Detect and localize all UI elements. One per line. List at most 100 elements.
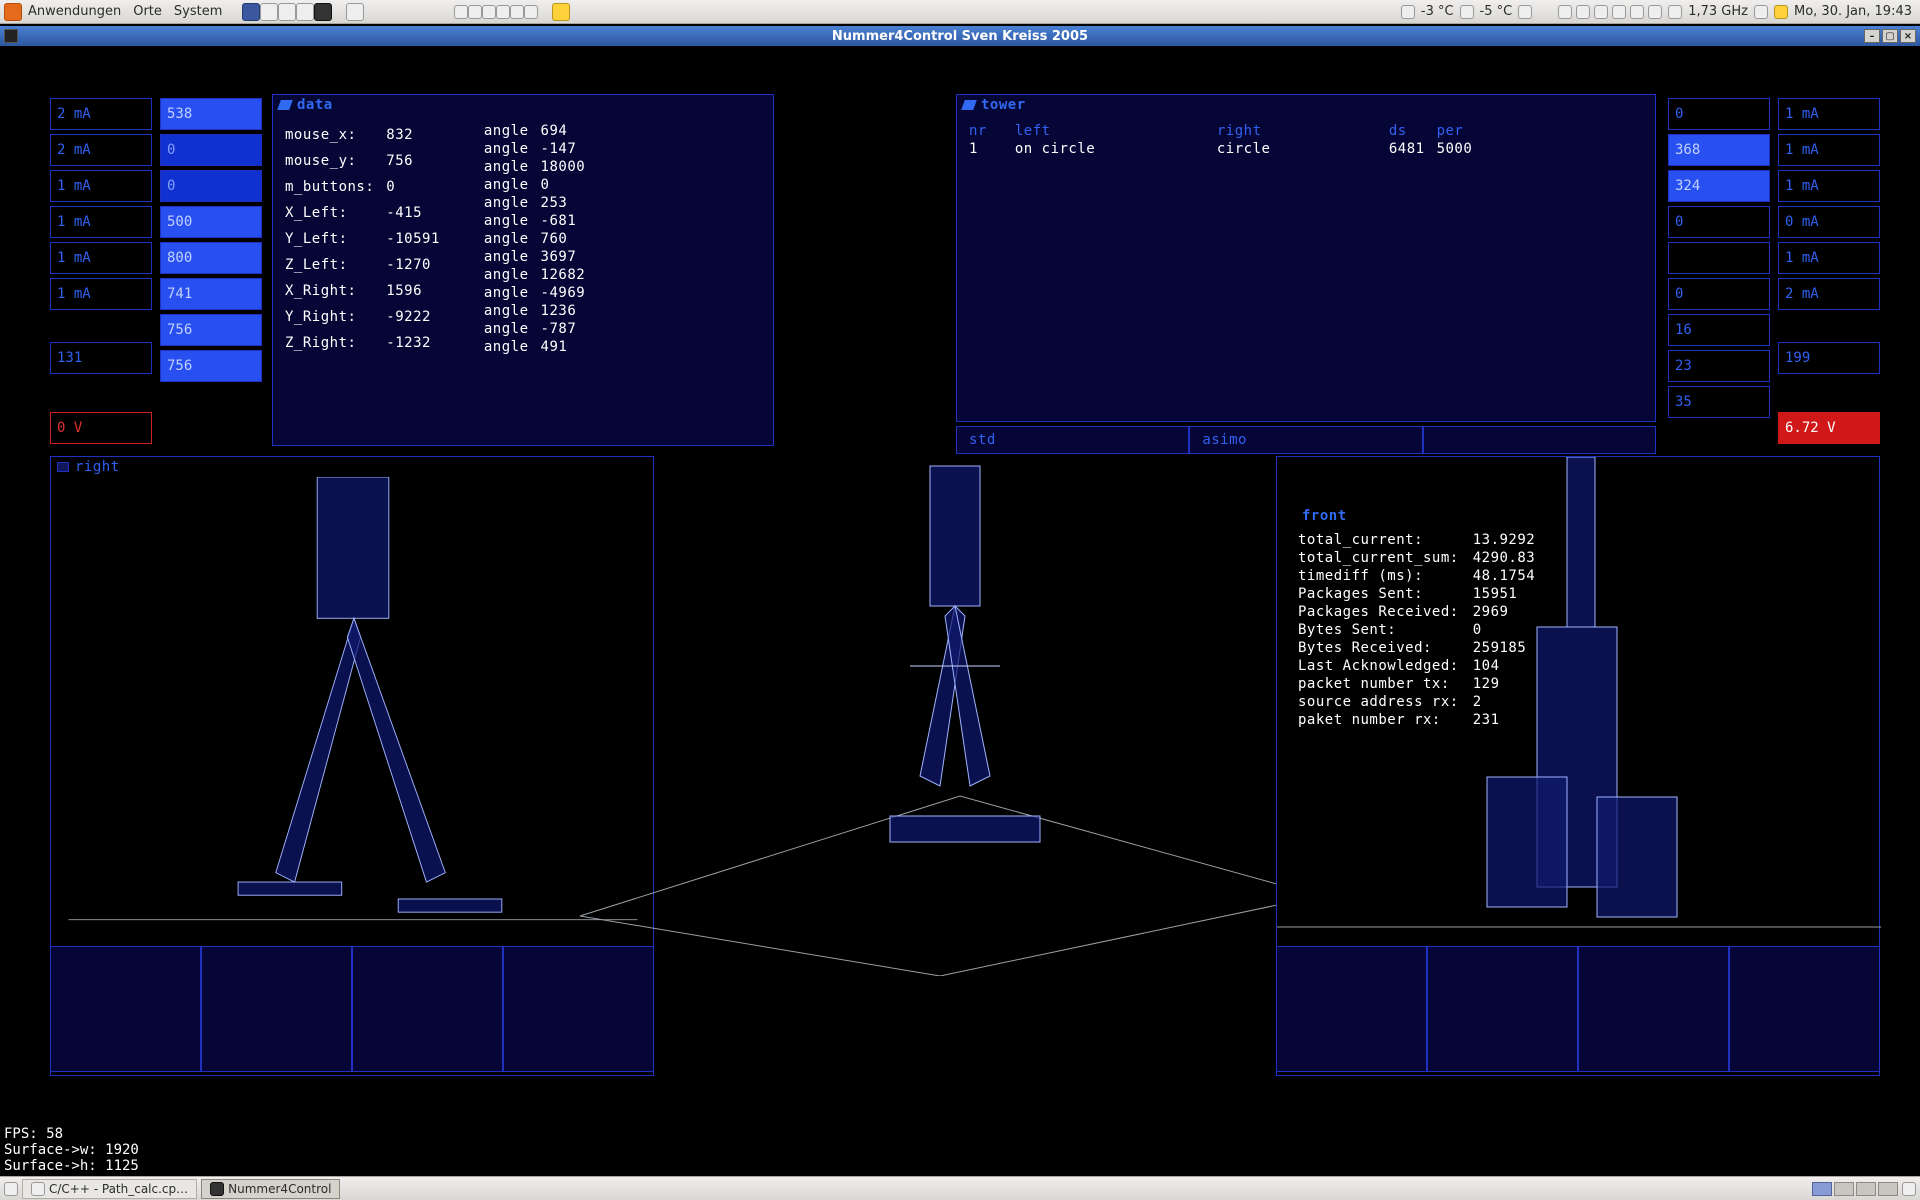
tab-cell[interactable]	[1276, 946, 1427, 1072]
tray-icon[interactable]	[524, 5, 538, 19]
hazard-icon[interactable]	[552, 3, 570, 21]
weather2-icon[interactable]	[1460, 5, 1474, 19]
voltage-right[interactable]: 6.72 V	[1778, 412, 1880, 444]
tray-bulb-icon[interactable]	[1612, 5, 1626, 19]
tray-icon[interactable]	[510, 5, 524, 19]
data-value: 1236	[541, 303, 596, 319]
gnome-bottom-panel: C/C++ - Path_calc.cp… Nummer4Control	[0, 1176, 1920, 1200]
stat-label: total_current:	[1298, 532, 1471, 548]
fill-cell[interactable]: 741	[160, 278, 262, 310]
menu-system[interactable]: System	[168, 4, 228, 19]
calendar-icon[interactable]	[1518, 5, 1532, 19]
fill-cell[interactable]: 756	[160, 314, 262, 346]
stat-label: Last Acknowledged:	[1298, 658, 1471, 674]
tray-icon[interactable]	[496, 5, 510, 19]
data-label: mouse_x:	[285, 123, 384, 147]
tray-network-icon[interactable]	[1576, 5, 1590, 19]
launcher-evolution-icon[interactable]	[260, 3, 278, 21]
workspace-3[interactable]	[1856, 1182, 1876, 1196]
status-cell[interactable]: 35	[1668, 386, 1770, 418]
weather1-icon[interactable]	[1401, 5, 1415, 19]
status-cell[interactable]: 0 mA	[1778, 206, 1880, 238]
trash-icon[interactable]	[1902, 1182, 1916, 1196]
right-status-col-right: 1 mA 1 mA 1 mA 0 mA 1 mA 2 mA	[1778, 98, 1880, 310]
tab-cell[interactable]	[352, 946, 503, 1072]
tray-screen-icon[interactable]	[1630, 5, 1644, 19]
workspace-1[interactable]	[1812, 1182, 1832, 1196]
launcher-weather-icon[interactable]	[296, 3, 314, 21]
warning-icon[interactable]	[1774, 5, 1788, 19]
panel-title-label: data	[297, 97, 333, 113]
fill-cell[interactable]: 500	[160, 206, 262, 238]
status-cell[interactable]: 0	[1668, 206, 1770, 238]
tray-icon[interactable]	[482, 5, 496, 19]
task-label: C/C++ - Path_calc.cp…	[49, 1182, 188, 1196]
viewport-center[interactable]	[560, 416, 1340, 976]
data-label: angle	[484, 141, 539, 157]
fill-cell[interactable]: 0	[160, 134, 262, 166]
status-cell[interactable]: 1 mA	[1778, 242, 1880, 274]
tray-icon[interactable]	[454, 5, 468, 19]
launcher-clock-icon[interactable]	[278, 3, 296, 21]
tab-cell[interactable]	[201, 946, 352, 1072]
tab-cell[interactable]	[1729, 946, 1880, 1072]
menu-applications[interactable]: Anwendungen	[22, 4, 127, 19]
workspace-switcher[interactable]	[1812, 1182, 1898, 1196]
show-desktop-icon[interactable]	[4, 1182, 18, 1196]
status-cell[interactable]: 131	[50, 342, 152, 374]
window-minimize-button[interactable]: –	[1864, 29, 1880, 43]
fill-cell[interactable]: 0	[160, 170, 262, 202]
status-cell[interactable]: 368	[1668, 134, 1770, 166]
launcher-calculator-icon[interactable]	[314, 3, 332, 21]
status-cell[interactable]: 1 mA	[1778, 134, 1880, 166]
launcher-eclipse-icon[interactable]	[346, 3, 364, 21]
tray-misc-icon[interactable]	[1558, 5, 1572, 19]
status-cell[interactable]: 1 mA	[50, 242, 152, 274]
window-close-button[interactable]: ×	[1900, 29, 1916, 43]
battery-icon[interactable]	[1668, 5, 1682, 19]
status-cell[interactable]: 1 mA	[50, 278, 152, 310]
status-cell[interactable]: 324	[1668, 170, 1770, 202]
mode-empty-button[interactable]	[1423, 426, 1656, 454]
tab-cell[interactable]	[503, 946, 654, 1072]
status-cell[interactable]: 16	[1668, 314, 1770, 346]
stat-value: 129	[1473, 676, 1548, 692]
status-cell[interactable]: 0	[1668, 278, 1770, 310]
cpu-icon[interactable]	[1754, 5, 1768, 19]
menu-places[interactable]: Orte	[127, 4, 168, 19]
stat-value: 13.9292	[1473, 532, 1548, 548]
status-cell[interactable]: 2 mA	[50, 98, 152, 130]
task-eclipse[interactable]: C/C++ - Path_calc.cp…	[22, 1179, 197, 1199]
status-cell[interactable]: 199	[1778, 342, 1880, 374]
window-maximize-button[interactable]: ▢	[1882, 29, 1898, 43]
tab-cell[interactable]	[1427, 946, 1578, 1072]
status-cell[interactable]: 1 mA	[1778, 98, 1880, 130]
tab-cell[interactable]	[1578, 946, 1729, 1072]
data-value: -787	[541, 321, 596, 337]
fill-cell[interactable]: 800	[160, 242, 262, 274]
tray-volume-icon[interactable]	[1648, 5, 1662, 19]
tray-music-icon[interactable]	[1594, 5, 1608, 19]
tab-cell[interactable]	[50, 946, 201, 1072]
task-nummer4control[interactable]: Nummer4Control	[201, 1179, 340, 1199]
task-app-icon	[210, 1182, 224, 1196]
workspace-4[interactable]	[1878, 1182, 1898, 1196]
fill-cell[interactable]: 538	[160, 98, 262, 130]
data-value: 760	[541, 231, 596, 247]
status-cell[interactable]: 1 mA	[50, 206, 152, 238]
launcher-firefox-icon[interactable]	[242, 3, 260, 21]
status-cell[interactable]	[1668, 242, 1770, 274]
status-cell[interactable]: 1 mA	[50, 170, 152, 202]
workspace-2[interactable]	[1834, 1182, 1854, 1196]
voltage-left[interactable]: 0 V	[50, 412, 152, 444]
status-cell[interactable]: 0	[1668, 98, 1770, 130]
status-cell[interactable]: 2 mA	[50, 134, 152, 166]
data-value: 491	[541, 339, 596, 355]
fill-cell[interactable]: 756	[160, 350, 262, 382]
tray-icon[interactable]	[468, 5, 482, 19]
status-cell[interactable]: 23	[1668, 350, 1770, 382]
ubuntu-icon[interactable]	[4, 3, 22, 21]
stat-value: 2969	[1473, 604, 1548, 620]
status-cell[interactable]: 1 mA	[1778, 170, 1880, 202]
status-cell[interactable]: 2 mA	[1778, 278, 1880, 310]
